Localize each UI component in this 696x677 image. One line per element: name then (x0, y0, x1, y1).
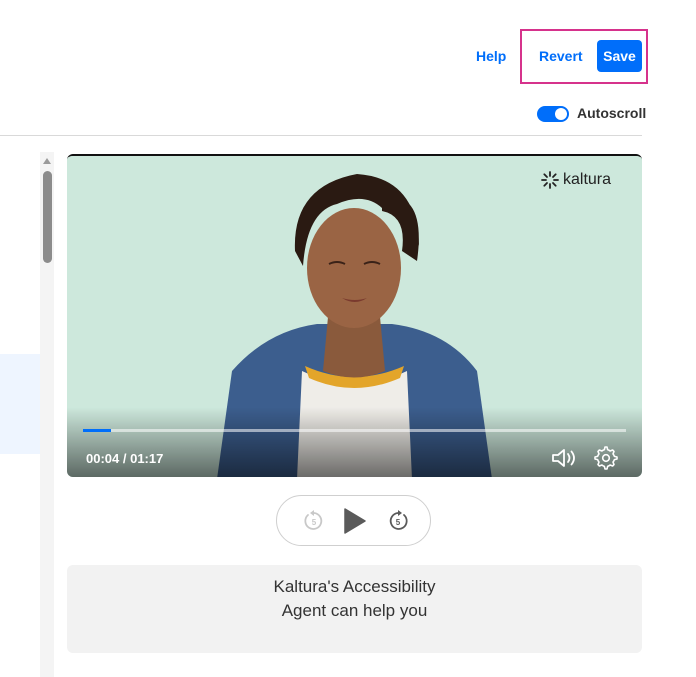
toggle-knob (555, 108, 567, 120)
help-link[interactable]: Help (476, 48, 506, 64)
rewind-5-icon[interactable]: 5 (303, 510, 325, 532)
editor-toolbar: Help Revert Save (0, 0, 696, 100)
scroll-up-arrow-icon[interactable] (43, 158, 51, 164)
kaltura-logo: kaltura (541, 170, 611, 190)
selected-transcript-row[interactable] (0, 354, 40, 454)
video-player[interactable]: kaltura 00:04 / 01:17 (67, 154, 642, 477)
video-progress-bar[interactable] (83, 429, 626, 432)
video-progress-fill (83, 429, 112, 432)
volume-icon[interactable] (551, 446, 581, 470)
rewind-seconds-label: 5 (312, 518, 317, 527)
agent-message: Kaltura's Accessibility Agent can help y… (67, 575, 642, 623)
kaltura-logo-text: kaltura (563, 171, 612, 188)
revert-button[interactable]: Revert (539, 48, 583, 64)
agent-message-line-1: Kaltura's Accessibility (273, 577, 436, 596)
autoscroll-toggle[interactable] (537, 106, 569, 122)
scrollbar-thumb[interactable] (43, 171, 52, 263)
forward-5-icon[interactable]: 5 (387, 510, 409, 532)
header-divider (0, 135, 642, 136)
play-icon[interactable] (342, 508, 366, 534)
forward-seconds-label: 5 (396, 518, 401, 527)
settings-gear-icon[interactable] (594, 446, 618, 470)
save-button[interactable]: Save (597, 40, 642, 72)
playback-controls: 5 5 (276, 495, 431, 546)
kaltura-logo-icon (541, 171, 559, 189)
agent-message-line-2: Agent can help you (281, 601, 428, 620)
time-display: 00:04 / 01:17 (86, 451, 164, 466)
accessibility-agent-panel: Kaltura's Accessibility Agent can help y… (67, 565, 642, 653)
autoscroll-label: Autoscroll (577, 105, 647, 121)
